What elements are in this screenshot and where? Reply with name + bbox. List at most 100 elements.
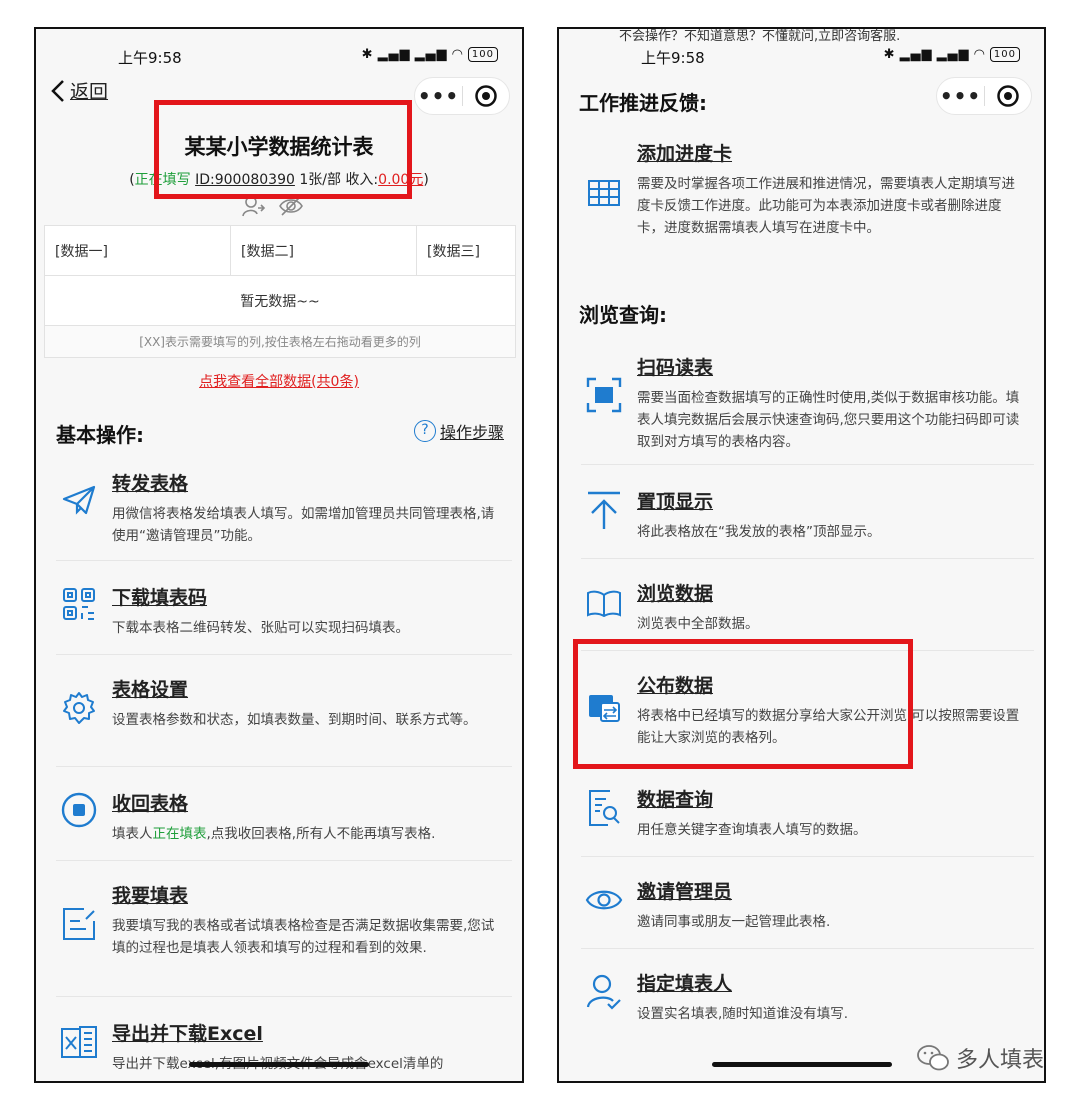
item-desc: 设置实名填表,随时知道谁没有填写. xyxy=(637,1006,849,1022)
signal-icon: ▂▄▆ xyxy=(899,47,933,62)
list-item-progress-card[interactable]: 添加进度卡 需要及时掌握各项工作进展和推进情况，需要填表人定期填写进度卡反馈工作… xyxy=(581,139,1034,275)
list-item-scan[interactable]: 扫码读表 需要当面检查数据填写的正确性时使用,类似于数据审核功能。填表人填完数据… xyxy=(581,353,1034,465)
steps-label: 操作步骤 xyxy=(439,423,504,442)
item-desc: 浏览表中全部数据。 xyxy=(637,616,759,632)
item-title: 浏览数据 xyxy=(637,583,714,605)
item-title: 我要填表 xyxy=(112,885,189,907)
section-title-basic: 基本操作: xyxy=(56,423,144,447)
list-item-invite-admin[interactable]: 邀请管理员 邀请同事或朋友一起管理此表格. xyxy=(581,877,1034,949)
item-title: 置顶显示 xyxy=(637,491,714,513)
item-title: 指定填表人 xyxy=(637,973,733,995)
chevron-left-icon xyxy=(51,79,64,102)
section-title-browse: 浏览查询: xyxy=(579,303,667,327)
item-title: 下载填表码 xyxy=(112,587,208,609)
bluetooth-icon: ✱ xyxy=(883,47,896,62)
excel-icon xyxy=(56,1025,102,1059)
back-button[interactable]: 返回 xyxy=(50,77,108,104)
back-label: 返回 xyxy=(70,81,109,103)
empty-message: 暂无数据~~ xyxy=(44,275,516,326)
item-desc: 用任意关键字查询填表人填写的数据。 xyxy=(637,822,867,838)
list-item-query[interactable]: 数据查询 用任意关键字查询填表人填写的数据。 xyxy=(581,785,1034,857)
item-title: 数据查询 xyxy=(637,789,714,811)
more-menu-icon[interactable]: ••• xyxy=(937,77,984,115)
item-desc: 用微信将表格发给填表人填写。如需增加管理员共同管理表格,请使用“邀请管理员”功能… xyxy=(112,506,495,544)
home-indicator xyxy=(189,1062,369,1067)
qr-code-icon xyxy=(56,587,102,621)
list-item-download-code[interactable]: 下载填表码 下载本表格二维码转发、张贴可以实现扫码填表。 xyxy=(56,583,512,655)
status-bar: 上午9:58 ✱ ▂▄▆ ▂▄▆ ◠ 100 xyxy=(559,47,1044,69)
item-desc: 设置表格参数和状态，如填表数量、到期时间、联系方式等。 xyxy=(112,712,477,728)
item-title: 邀请管理员 xyxy=(637,881,733,903)
battery-icon: 100 xyxy=(989,47,1020,62)
item-desc: 我要填写我的表格或者试填表格检查是否满足数据收集需要,您试填的过程也是填表人领表… xyxy=(112,918,495,956)
left-phone-screen: 上午9:58 ✱ ▂▄▆ ▂▄▆ ◠ 100 返回 ••• 某某小学数据统计表 … xyxy=(34,27,524,1083)
table-hint: [XX]表示需要填写的列,按住表格左右拖动看更多的列 xyxy=(44,325,516,358)
item-title: 导出并下载Excel xyxy=(112,1023,263,1045)
item-title: 表格设置 xyxy=(112,679,189,701)
home-indicator xyxy=(711,1062,892,1067)
pin-top-icon xyxy=(581,491,627,531)
item-title: 收回表格 xyxy=(112,793,189,815)
item-desc-pre: 填表人 xyxy=(112,826,153,842)
gear-icon xyxy=(56,691,102,725)
list-item-export[interactable]: 导出并下载Excel 导出并下载excel,有图片视频文件会导成含excel清单… xyxy=(56,1019,512,1081)
item-desc: 填表人正在填表,点我收回表格,所有人不能再填写表格. xyxy=(112,823,504,845)
column-header: [数据三] xyxy=(416,225,516,276)
eye-icon xyxy=(581,887,627,913)
item-desc: 将此表格放在“我发放的表格”顶部显示。 xyxy=(637,524,881,540)
item-desc-post: ,点我收回表格,所有人不能再填写表格. xyxy=(206,826,436,842)
list-item-fill[interactable]: 我要填表 我要填写我的表格或者试填表格检查是否满足数据收集需要,您试填的过程也是… xyxy=(56,881,512,997)
column-header: [数据二] xyxy=(230,225,417,276)
list-item-recall[interactable]: 收回表格 填表人正在填表,点我收回表格,所有人不能再填写表格. xyxy=(56,789,512,861)
item-desc: 下载本表格二维码转发、张贴可以实现扫码填表。 xyxy=(112,620,409,636)
item-desc: 需要及时掌握各项工作进展和推进情况，需要填表人定期填写进度卡反馈工作进度。此功能… xyxy=(637,176,1015,236)
edit-form-icon xyxy=(56,907,102,941)
list-item-assign-filler[interactable]: 指定填表人 设置实名填表,随时知道谁没有填写. xyxy=(581,969,1034,1041)
consult-text-cut: 不会操作？不知道意思？不懂就问,立即咨询客服. xyxy=(619,29,901,44)
system-icons: ✱ ▂▄▆ ▂▄▆ ◠ 100 xyxy=(884,47,1020,62)
highlight-box-title xyxy=(154,100,412,199)
question-icon: ? xyxy=(413,420,436,442)
item-title: 转发表格 xyxy=(112,473,189,495)
system-icons: ✱ ▂▄▆ ▂▄▆ ◠ 100 xyxy=(362,47,498,62)
wechat-icon xyxy=(917,1045,949,1071)
right-phone-screen: 不会操作？不知道意思？不懂就问,立即咨询客服. 上午9:58 ✱ ▂▄▆ ▂▄▆… xyxy=(557,27,1046,1083)
section-title-progress: 工作推进反馈: xyxy=(579,91,707,115)
scan-icon xyxy=(581,377,627,413)
more-menu-icon[interactable]: ••• xyxy=(415,77,462,115)
list-item-settings[interactable]: 表格设置 设置表格参数和状态，如填表数量、到期时间、联系方式等。 xyxy=(56,675,512,767)
watermark: 多人填表 xyxy=(916,1042,1044,1074)
book-icon xyxy=(581,589,627,617)
view-all-data-link[interactable]: 点我查看全部数据(共0条) xyxy=(36,371,522,391)
item-title: 添加进度卡 xyxy=(637,143,733,165)
table-grid-icon xyxy=(581,179,627,207)
signal-icon-2: ▂▄▆ xyxy=(936,47,970,62)
list-item-forward[interactable]: 转发表格 用微信将表格发给填表人填写。如需增加管理员共同管理表格,请使用“邀请管… xyxy=(56,469,512,561)
table-row: 暂无数据~~ xyxy=(44,275,516,326)
status-time: 上午9:58 xyxy=(641,49,705,67)
close-target-icon[interactable] xyxy=(463,84,509,108)
list-item-pin-top[interactable]: 置顶显示 将此表格放在“我发放的表格”顶部显示。 xyxy=(581,487,1034,559)
bluetooth-icon: ✱ xyxy=(361,47,374,62)
signal-icon-2: ▂▄▆ xyxy=(414,47,448,62)
operation-steps-link[interactable]: ? 操作步骤 xyxy=(413,419,504,443)
user-check-icon xyxy=(581,973,627,1011)
paper-plane-icon xyxy=(56,485,102,515)
battery-icon: 100 xyxy=(467,47,498,62)
status-time: 上午9:58 xyxy=(118,49,182,67)
watermark-text: 多人填表 xyxy=(955,1048,1044,1073)
item-desc: 邀请同事或朋友一起管理此表格. xyxy=(637,914,831,930)
table-row: [XX]表示需要填写的列,按住表格左右拖动看更多的列 xyxy=(44,325,516,358)
column-header: [数据一] xyxy=(44,225,231,276)
signal-icon: ▂▄▆ xyxy=(377,47,411,62)
data-table[interactable]: [数据一] [数据二] [数据三] 暂无数据~~ [XX]表示需要填写的列,按住… xyxy=(44,225,516,358)
highlight-box-publish xyxy=(573,639,913,769)
item-title: 扫码读表 xyxy=(637,357,714,379)
item-desc: 需要当面检查数据填写的正确性时使用,类似于数据审核功能。填表人填完数据后会展示快… xyxy=(637,390,1020,450)
mini-program-capsule: ••• xyxy=(936,77,1032,115)
stop-icon xyxy=(56,791,102,829)
doc-search-icon xyxy=(581,789,627,827)
item-desc-status: 正在填表 xyxy=(152,826,207,842)
close-target-icon[interactable] xyxy=(985,84,1031,108)
mini-program-capsule: ••• xyxy=(414,77,510,115)
